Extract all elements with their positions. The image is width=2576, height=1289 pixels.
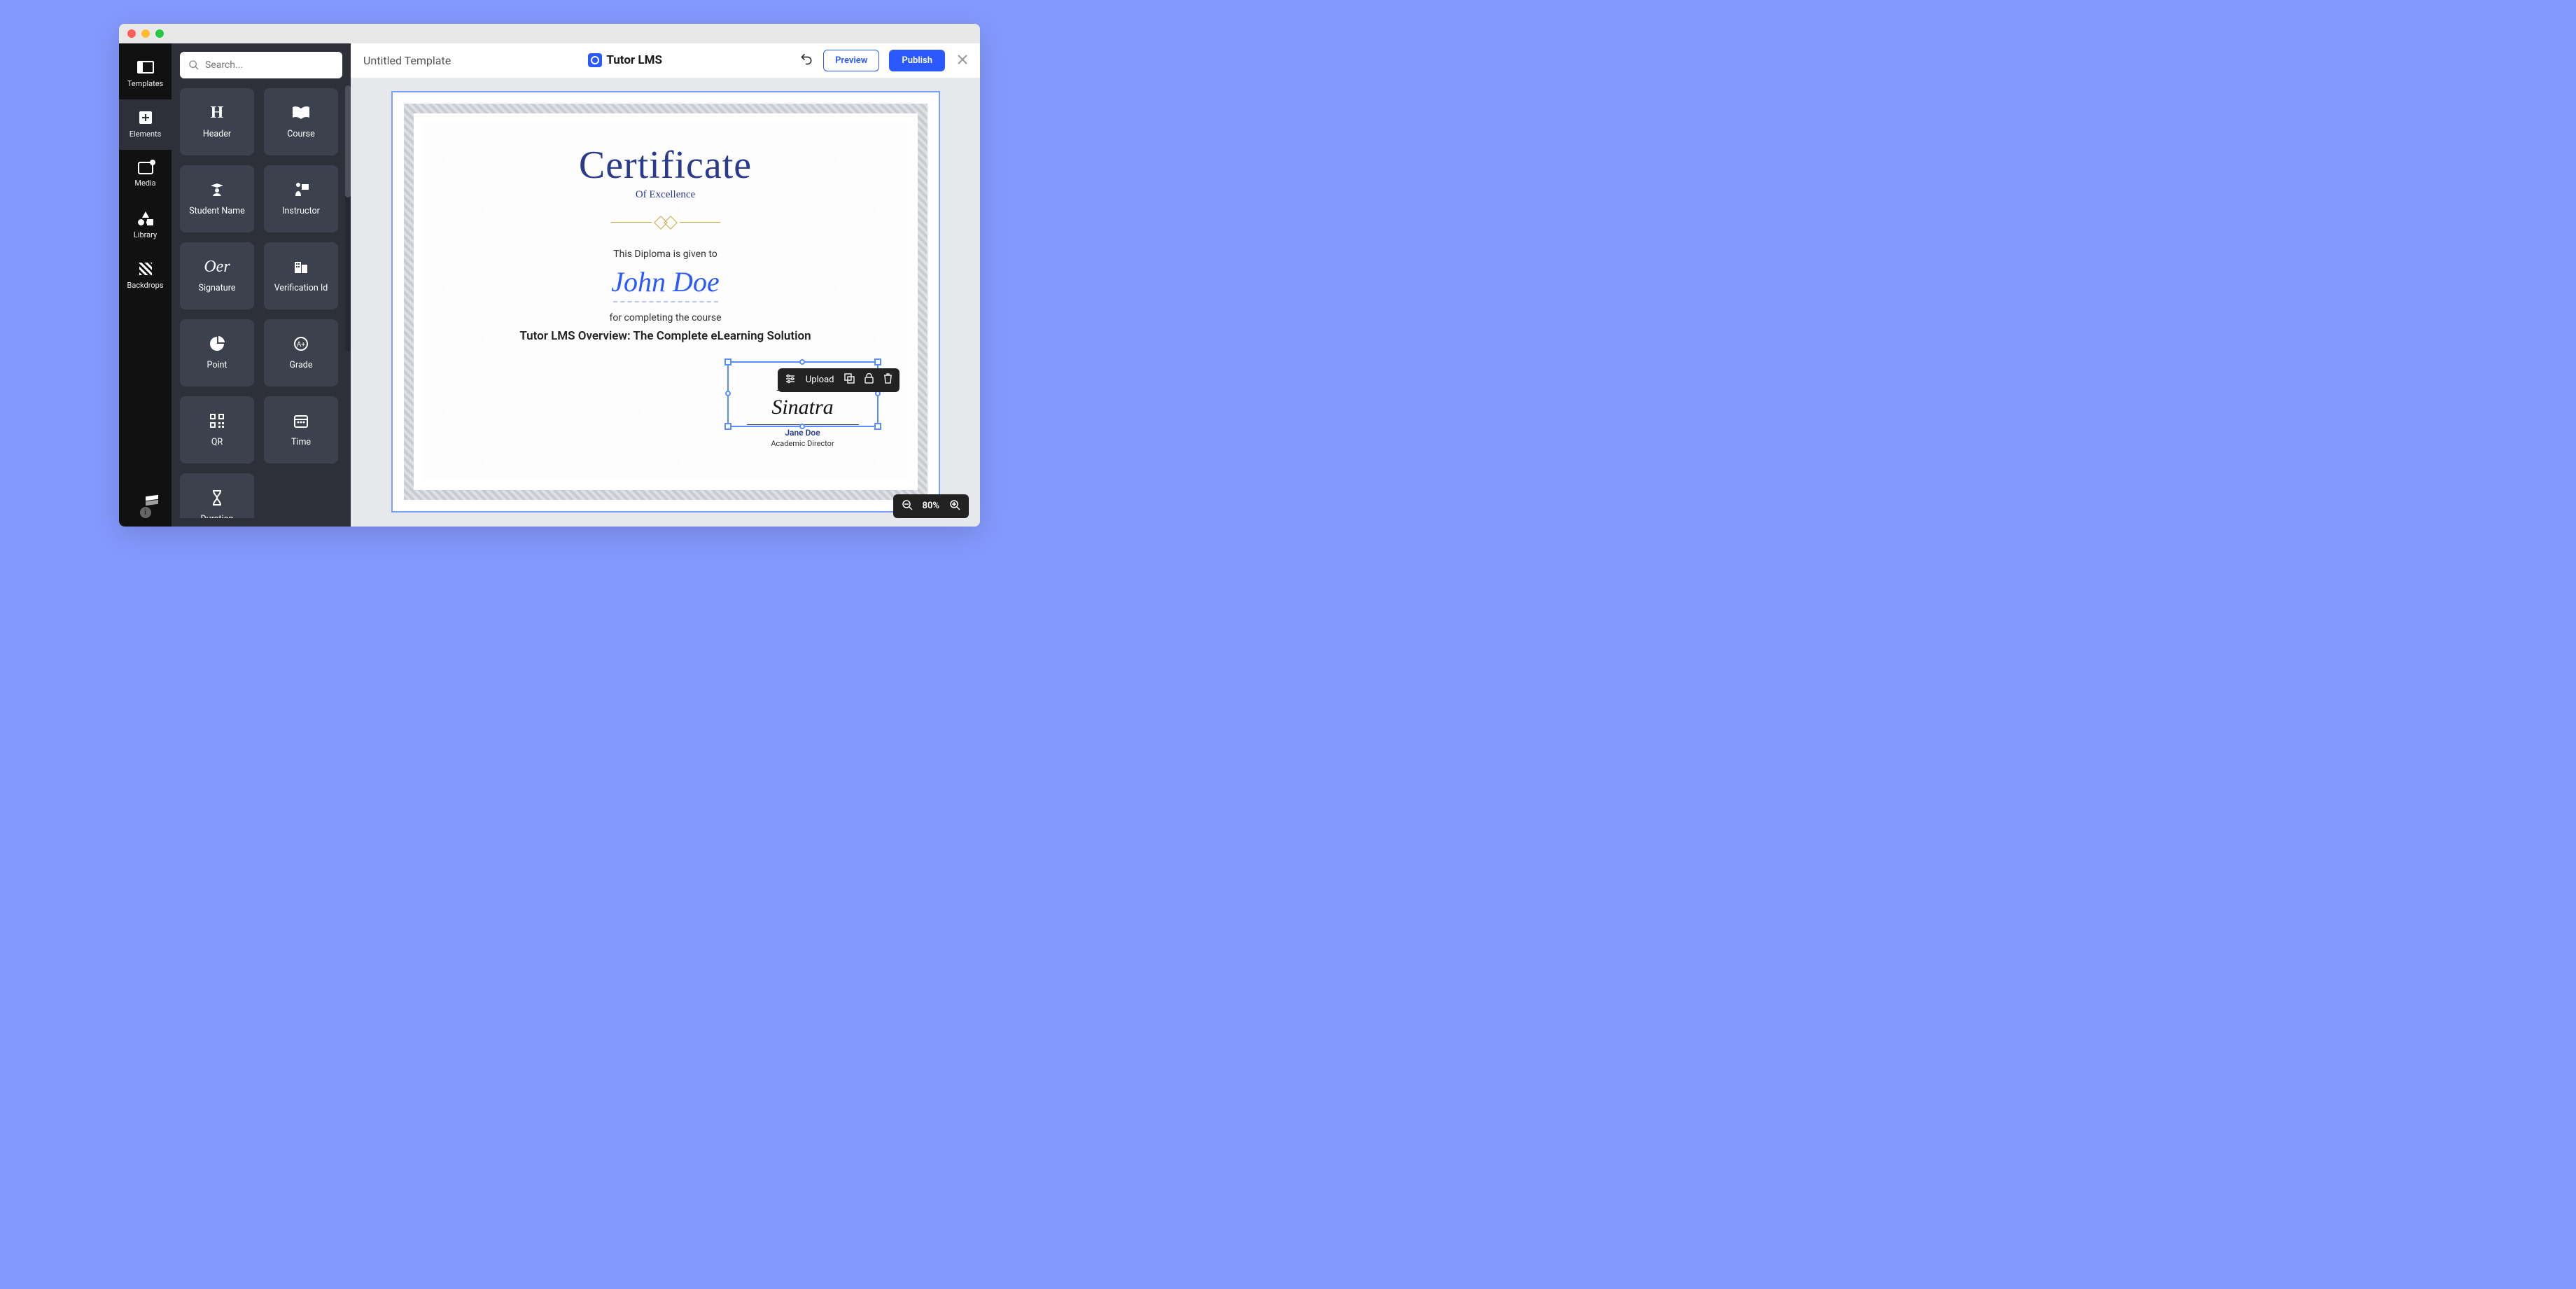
course-title[interactable]: Tutor LMS Overview: The Complete eLearni… [519,329,811,343]
header-icon: H [211,104,224,122]
qr-icon [210,412,224,430]
hourglass-icon [211,489,223,507]
undo-button[interactable] [799,52,813,69]
certificate-title[interactable]: Certificate [579,143,752,188]
brand-logo [588,53,602,67]
rail-elements[interactable]: Elements [119,99,172,150]
certificate-subtitle[interactable]: Of Excellence [636,189,695,201]
upload-button[interactable]: Upload [806,375,834,385]
element-signature[interactable]: Oer Signature [180,242,254,309]
student-icon [209,181,225,199]
rail-label: Library [134,230,157,239]
element-point[interactable]: Point [180,319,254,386]
elements-icon [138,110,153,125]
rail-media[interactable]: Media [119,150,172,200]
elements-grid: H Header Course Student Name Instructor … [180,88,342,518]
topbar: Untitled Template Tutor LMS Preview Publ… [351,43,980,78]
zoom-out-icon[interactable] [902,499,913,513]
zoom-in-icon[interactable] [949,499,960,513]
instructor-icon [293,181,309,199]
search-icon [188,60,200,71]
undo-icon [799,52,813,66]
certificate-canvas[interactable]: Certificate Of Excellence This Diploma i… [391,91,940,513]
delete-icon[interactable] [883,373,892,386]
element-instructor[interactable]: Instructor [264,165,338,232]
resize-handle-ne[interactable] [874,358,881,365]
element-duration[interactable]: Duration [180,473,254,518]
svg-text:A+: A+ [297,341,306,349]
given-to-label[interactable]: This Diploma is given to [613,249,718,260]
zoom-bar: 80% [893,494,969,518]
grade-icon: A+ [293,335,309,353]
canvas-area[interactable]: Certificate Of Excellence This Diploma i… [351,78,980,527]
main-area: Untitled Template Tutor LMS Preview Publ… [351,43,980,527]
templates-icon [138,60,153,75]
brand: Tutor LMS [588,53,662,67]
library-icon [138,211,153,226]
flourish-divider [611,216,720,229]
element-grade[interactable]: A+ Grade [264,319,338,386]
resize-handle-w[interactable] [725,391,731,396]
search-input[interactable] [205,60,334,71]
settings-icon[interactable] [785,373,796,387]
app-window: Templates Elements Media Library Backdro… [119,24,980,527]
book-icon [292,104,310,122]
preview-button[interactable]: Preview [823,50,879,71]
signer-name[interactable]: Jane Doe [747,428,859,438]
lock-icon[interactable] [864,373,874,386]
calendar-icon [294,412,308,430]
signer-role[interactable]: Academic Director [747,439,859,448]
zoom-level: 80% [923,501,939,511]
rail-label: Elements [130,130,162,139]
rail-library[interactable]: Library [119,200,172,251]
titlebar [119,24,980,43]
panel-scroll-thumb[interactable] [345,85,351,197]
duplicate-icon[interactable] [844,373,855,386]
element-student-name[interactable]: Student Name [180,165,254,232]
resize-handle-sw[interactable] [724,423,732,430]
resize-handle-se[interactable] [874,423,881,430]
close-button[interactable] [958,53,967,68]
rail-label: Media [134,179,155,188]
brand-name: Tutor LMS [606,53,662,67]
window-close-dot[interactable] [127,29,136,38]
info-icon[interactable]: i [140,507,151,518]
rail-templates[interactable]: Templates [119,49,172,99]
element-qr[interactable]: QR [180,396,254,464]
completing-label[interactable]: for completing the course [609,312,721,323]
resize-handle-nw[interactable] [724,358,732,365]
building-icon [293,258,309,276]
certificate-content: Certificate Of Excellence This Diploma i… [424,123,908,480]
resize-handle-n[interactable] [799,359,805,365]
rail-label: Backdrops [127,281,163,290]
window-minimize-dot[interactable] [141,29,150,38]
elements-panel: H Header Course Student Name Instructor … [172,43,351,527]
pie-icon [209,335,225,353]
element-toolbar: Upload [778,368,899,392]
student-name[interactable]: John Doe [611,265,719,298]
backdrops-icon [138,261,153,277]
search-box[interactable] [180,52,342,78]
element-time[interactable]: Time [264,396,338,464]
close-icon [958,55,967,64]
template-title[interactable]: Untitled Template [363,54,451,67]
rail-label: Templates [127,79,163,88]
window-maximize-dot[interactable] [155,29,164,38]
nav-rail: Templates Elements Media Library Backdro… [119,43,172,527]
resize-handle-s[interactable] [799,424,805,429]
element-course[interactable]: Course [264,88,338,155]
signature-icon: Oer [204,258,230,276]
element-header[interactable]: H Header [180,88,254,155]
name-underline [613,301,718,302]
element-verification-id[interactable]: Verification Id [264,242,338,309]
publish-button[interactable]: Publish [889,50,945,71]
rail-backdrops[interactable]: Backdrops [119,251,172,301]
media-icon [138,162,153,174]
